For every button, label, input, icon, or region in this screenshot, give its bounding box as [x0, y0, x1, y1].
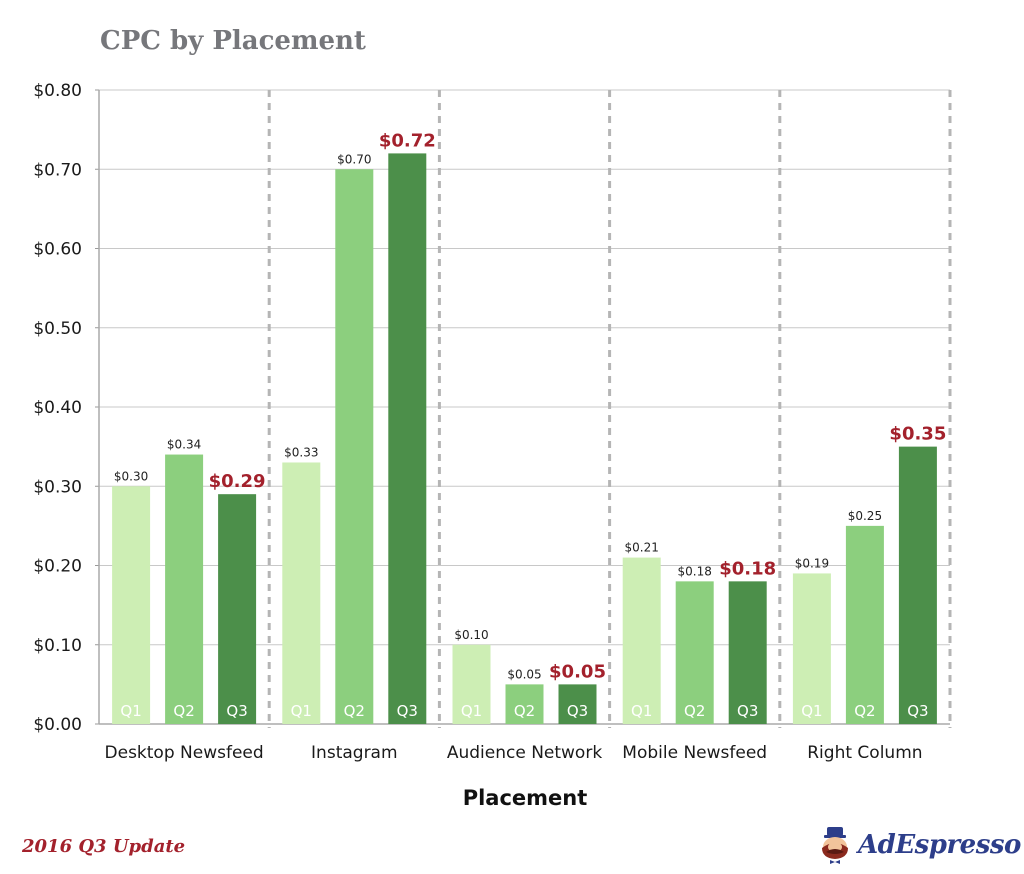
- data-label: $0.72: [379, 130, 436, 151]
- y-tick-label: $0.80: [33, 81, 82, 101]
- data-label: $0.29: [209, 471, 266, 492]
- y-tick-label: $0.00: [33, 715, 82, 735]
- y-tick-label: $0.70: [33, 160, 82, 180]
- bar-series-label: Q1: [461, 702, 482, 720]
- bar-series-label: Q3: [737, 702, 758, 720]
- bar-q1: [282, 462, 321, 724]
- data-label: $0.19: [795, 556, 829, 570]
- y-tick-label: $0.10: [33, 636, 82, 656]
- bar-q3: [898, 446, 937, 724]
- data-label: $0.25: [848, 509, 882, 523]
- bar-series-label: Q3: [567, 702, 588, 720]
- bar-series-label: Q1: [631, 702, 652, 720]
- bar-q2: [165, 454, 204, 724]
- y-tick-label: $0.60: [33, 240, 82, 260]
- bar-q2: [845, 525, 884, 724]
- x-tick-label: Audience Network: [447, 743, 602, 763]
- bars: [112, 153, 937, 724]
- data-label: $0.18: [719, 558, 776, 579]
- x-tick-label: Right Column: [807, 743, 922, 763]
- bar-series-label: Q3: [397, 702, 418, 720]
- bar-series-label: Q2: [684, 702, 705, 720]
- bar-series-label: Q2: [854, 702, 875, 720]
- bar-q3: [388, 153, 427, 724]
- data-label: $0.30: [114, 469, 148, 483]
- y-tick-label: $0.20: [33, 557, 82, 577]
- bar-series-label: Q3: [907, 702, 928, 720]
- brand-name: AdEspresso: [858, 830, 1021, 860]
- bar-q3: [218, 494, 257, 724]
- bar-series-label: Q3: [226, 702, 247, 720]
- bar-q2: [335, 169, 374, 724]
- bar-series-label: Q1: [291, 702, 312, 720]
- footer-update-note: 2016 Q3 Update: [22, 836, 186, 857]
- data-label: $0.10: [454, 628, 488, 642]
- bar-q1: [112, 486, 151, 724]
- bar-series-label: Q2: [344, 702, 365, 720]
- mascot-icon: [818, 826, 852, 864]
- data-label: $0.70: [337, 152, 371, 166]
- x-tick-label: Mobile Newsfeed: [622, 743, 767, 763]
- bar-series-label: Q1: [120, 702, 141, 720]
- data-label: $0.33: [284, 445, 318, 459]
- data-label: $0.18: [678, 564, 712, 578]
- x-tick-label: Desktop Newsfeed: [105, 743, 264, 763]
- bar-q1: [622, 557, 661, 724]
- y-tick-label: $0.40: [33, 398, 82, 418]
- y-tick-label: $0.30: [33, 477, 82, 497]
- bar-chart: $0.00 $0.10 $0.20 $0.30 $0.40 $0.50 $0.60 $0.70…: [33, 81, 952, 810]
- data-label: $0.34: [167, 438, 201, 452]
- data-label: $0.35: [889, 424, 946, 445]
- bar-series-label: Q1: [801, 702, 822, 720]
- data-label: $0.21: [625, 541, 659, 555]
- x-tick-label: Instagram: [311, 743, 398, 763]
- x-axis-title: Placement: [463, 786, 588, 810]
- bar-series-label: Q2: [173, 702, 194, 720]
- brand-logo: AdEspresso: [818, 826, 1021, 864]
- data-label: $0.05: [507, 667, 541, 681]
- bar-series-label: Q2: [514, 702, 535, 720]
- y-tick-label: $0.50: [33, 319, 82, 339]
- data-label: $0.05: [549, 661, 606, 682]
